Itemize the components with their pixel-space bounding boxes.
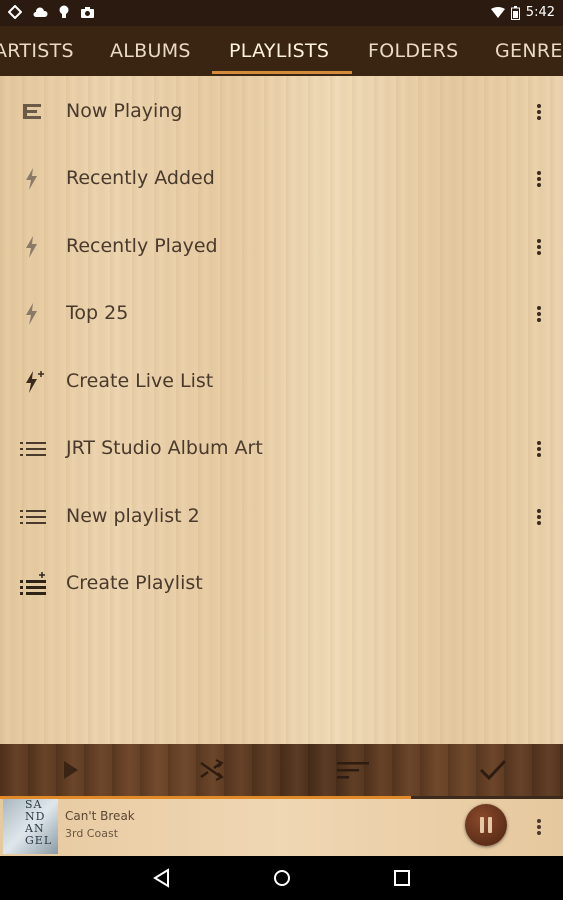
sort-icon[interactable] xyxy=(336,756,369,784)
playlist-item-create-live-list[interactable]: Create Live List xyxy=(0,348,563,415)
lightbulb-icon xyxy=(58,5,70,19)
tab-folders[interactable]: FOLDERS xyxy=(368,26,458,76)
play-icon[interactable] xyxy=(56,756,86,784)
pause-icon xyxy=(480,817,492,833)
playlist-item-create-playlist[interactable]: Create Playlist xyxy=(0,550,563,617)
track-artist: 3rd Coast xyxy=(65,827,119,840)
cloud-icon xyxy=(32,6,48,18)
shuffle-icon[interactable] xyxy=(196,756,226,784)
overflow-menu-icon[interactable] xyxy=(529,437,549,461)
home-icon[interactable] xyxy=(270,867,294,889)
album-art-text: SA ND AN GEL xyxy=(25,799,53,847)
overflow-menu-icon[interactable] xyxy=(529,235,549,259)
tab-playlists[interactable]: PLAYLISTS xyxy=(229,26,329,76)
bottom-toolbar xyxy=(0,744,563,796)
recents-icon[interactable] xyxy=(390,867,414,889)
battery-icon xyxy=(510,5,520,20)
playlist-item-recently-played[interactable]: Recently Played xyxy=(0,213,563,280)
playlist-label: New playlist 2 xyxy=(66,505,200,527)
queue-icon xyxy=(20,100,48,124)
playlist-label: Recently Added xyxy=(66,167,215,189)
system-nav-bar xyxy=(0,856,563,900)
tab-artists[interactable]: ARTISTS xyxy=(0,26,74,76)
list-icon xyxy=(20,505,48,529)
lightning-icon xyxy=(20,302,48,326)
playlist-list: Now Playing Recently Added Recently Play… xyxy=(0,76,563,744)
playlist-label: Create Playlist xyxy=(66,572,203,594)
lightning-icon xyxy=(20,235,48,259)
playlist-label: Recently Played xyxy=(66,235,218,257)
pause-button[interactable] xyxy=(465,804,507,846)
overflow-menu-icon[interactable] xyxy=(529,505,549,529)
camera-icon xyxy=(80,6,95,19)
playlist-label: Top 25 xyxy=(66,302,129,324)
playlist-label: JRT Studio Album Art xyxy=(66,437,263,459)
status-bar: 5:42 xyxy=(0,0,563,26)
playlist-label: Now Playing xyxy=(66,100,183,122)
now-playing-bar[interactable]: SA ND AN GEL Can't Break 3rd Coast xyxy=(0,799,563,856)
album-art[interactable]: SA ND AN GEL xyxy=(3,799,58,854)
tab-bar: ARTISTS ALBUMS PLAYLISTS FOLDERS GENRES xyxy=(0,26,563,76)
overflow-menu-icon[interactable] xyxy=(529,100,549,124)
transfer-icon xyxy=(8,5,22,19)
playlist-label: Create Live List xyxy=(66,370,214,392)
overflow-menu-icon[interactable] xyxy=(529,302,549,326)
list-plus-icon xyxy=(20,572,48,596)
list-icon xyxy=(20,437,48,461)
overflow-menu-icon[interactable] xyxy=(529,167,549,191)
playlist-item-now-playing[interactable]: Now Playing xyxy=(0,78,563,145)
track-title: Can't Break xyxy=(65,809,135,823)
tab-genres[interactable]: GENRES xyxy=(495,26,563,76)
playlist-item-jrt-studio-album-art[interactable]: JRT Studio Album Art xyxy=(0,415,563,482)
lightning-plus-icon xyxy=(20,370,48,394)
playlist-item-new-playlist-2[interactable]: New playlist 2 xyxy=(0,483,563,550)
overflow-menu-icon[interactable] xyxy=(533,815,545,839)
tab-albums[interactable]: ALBUMS xyxy=(110,26,191,76)
status-time: 5:42 xyxy=(525,5,555,20)
playlist-item-recently-added[interactable]: Recently Added xyxy=(0,145,563,212)
lightning-icon xyxy=(20,167,48,191)
playlist-item-top-25[interactable]: Top 25 xyxy=(0,280,563,347)
wifi-icon xyxy=(490,6,505,19)
back-icon[interactable] xyxy=(150,867,174,889)
active-tab-indicator xyxy=(212,71,352,74)
check-icon[interactable] xyxy=(478,756,508,784)
